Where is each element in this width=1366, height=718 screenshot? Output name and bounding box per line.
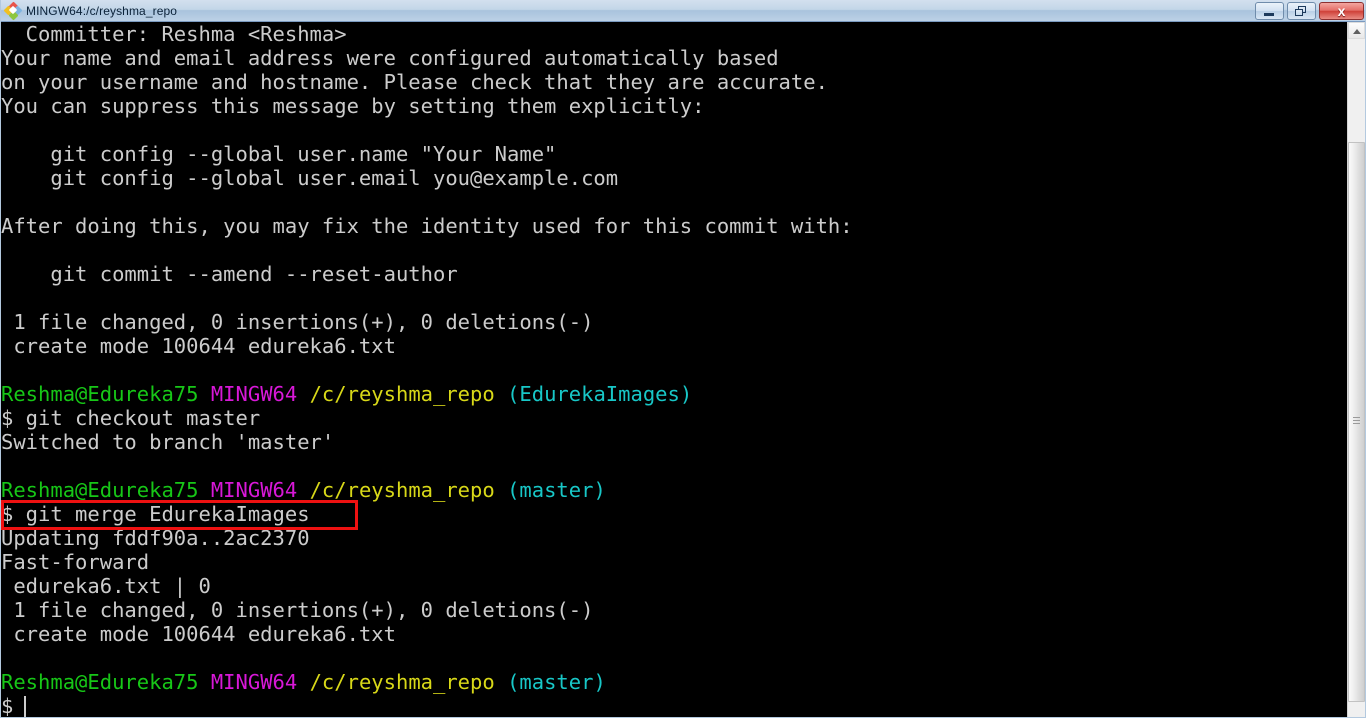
title-bar[interactable]: MINGW64:/c/reyshma_repo x — [1, 0, 1366, 22]
window-title: MINGW64:/c/reyshma_repo — [26, 4, 177, 18]
prompt-branch: (EdurekaImages) — [507, 382, 692, 406]
output-switched-branch: Switched to branch 'master' — [1, 430, 1349, 454]
prompt-shell: MINGW64 — [211, 382, 297, 406]
prompt-user: Reshma@Edureka75 — [1, 670, 198, 694]
terminal-window: MINGW64:/c/reyshma_repo x Committer: Res… — [0, 0, 1366, 718]
scrollbar-thumb[interactable] — [1348, 142, 1365, 702]
output-merge-line: 1 file changed, 0 insertions(+), 0 delet… — [1, 598, 1349, 622]
terminal-line-blank — [1, 454, 1349, 478]
output-merge-line: edureka6.txt | 0 — [1, 574, 1349, 598]
terminal-output[interactable]: Committer: Reshma <Reshma> Your name and… — [1, 22, 1349, 718]
minimize-button[interactable] — [1255, 2, 1284, 20]
prompt-user: Reshma@Edureka75 — [1, 382, 198, 406]
close-icon: x — [1320, 3, 1363, 19]
prompt-user: Reshma@Edureka75 — [1, 478, 198, 502]
terminal-line: 1 file changed, 0 insertions(+), 0 delet… — [1, 310, 1349, 334]
terminal-line-blank — [1, 646, 1349, 670]
terminal-line: Your name and email address were configu… — [1, 46, 1349, 70]
restore-button[interactable] — [1287, 2, 1316, 20]
terminal-line: git config --global user.email you@examp… — [1, 166, 1349, 190]
minimize-icon — [1264, 13, 1274, 16]
prompt-line-edurekaimages: Reshma@Edureka75 MINGW64 /c/reyshma_repo… — [1, 382, 1349, 406]
terminal-line: You can suppress this message by setting… — [1, 94, 1349, 118]
terminal-line: create mode 100644 edureka6.txt — [1, 334, 1349, 358]
terminal-line-blank — [1, 190, 1349, 214]
prompt-shell: MINGW64 — [211, 478, 297, 502]
terminal-line: git config --global user.name "Your Name… — [1, 142, 1349, 166]
input-line[interactable]: $ — [1, 694, 1349, 718]
terminal-line-blank — [1, 358, 1349, 382]
scrollbar-grip-icon — [1353, 417, 1360, 427]
prompt-dollar: $ — [1, 694, 13, 718]
prompt-path: /c/reyshma_repo — [310, 670, 495, 694]
prompt-branch: (master) — [507, 478, 606, 502]
terminal-line: Committer: Reshma <Reshma> — [1, 22, 1349, 46]
scroll-up-arrow-button[interactable] — [1348, 22, 1365, 39]
output-merge-line: create mode 100644 edureka6.txt — [1, 622, 1349, 646]
terminal-line: git commit --amend --reset-author — [1, 262, 1349, 286]
command-checkout: $ git checkout master — [1, 406, 1349, 430]
prompt-line-master: Reshma@Edureka75 MINGW64 /c/reyshma_repo… — [1, 478, 1349, 502]
prompt-shell: MINGW64 — [211, 670, 297, 694]
output-merge-line: Updating fddf90a..2ac2370 — [1, 526, 1349, 550]
close-button[interactable]: x — [1319, 2, 1364, 20]
prompt-line-master-active: Reshma@Edureka75 MINGW64 /c/reyshma_repo… — [1, 670, 1349, 694]
terminal-line: on your username and hostname. Please ch… — [1, 70, 1349, 94]
terminal-line-blank — [1, 286, 1349, 310]
text-cursor — [24, 696, 26, 717]
prompt-path: /c/reyshma_repo — [310, 478, 495, 502]
restore-icon-front — [1295, 9, 1303, 16]
command-merge: $ git merge EdurekaImages — [1, 502, 1349, 526]
mintty-diamond-icon — [5, 3, 21, 19]
chevron-up-icon — [1353, 29, 1361, 34]
output-merge-line: Fast-forward — [1, 550, 1349, 574]
vertical-scrollbar[interactable] — [1347, 22, 1365, 718]
prompt-branch: (master) — [507, 670, 606, 694]
terminal-line-blank — [1, 238, 1349, 262]
prompt-path: /c/reyshma_repo — [310, 382, 495, 406]
window-controls: x — [1252, 0, 1364, 22]
terminal-line: After doing this, you may fix the identi… — [1, 214, 1349, 238]
terminal-line-blank — [1, 118, 1349, 142]
